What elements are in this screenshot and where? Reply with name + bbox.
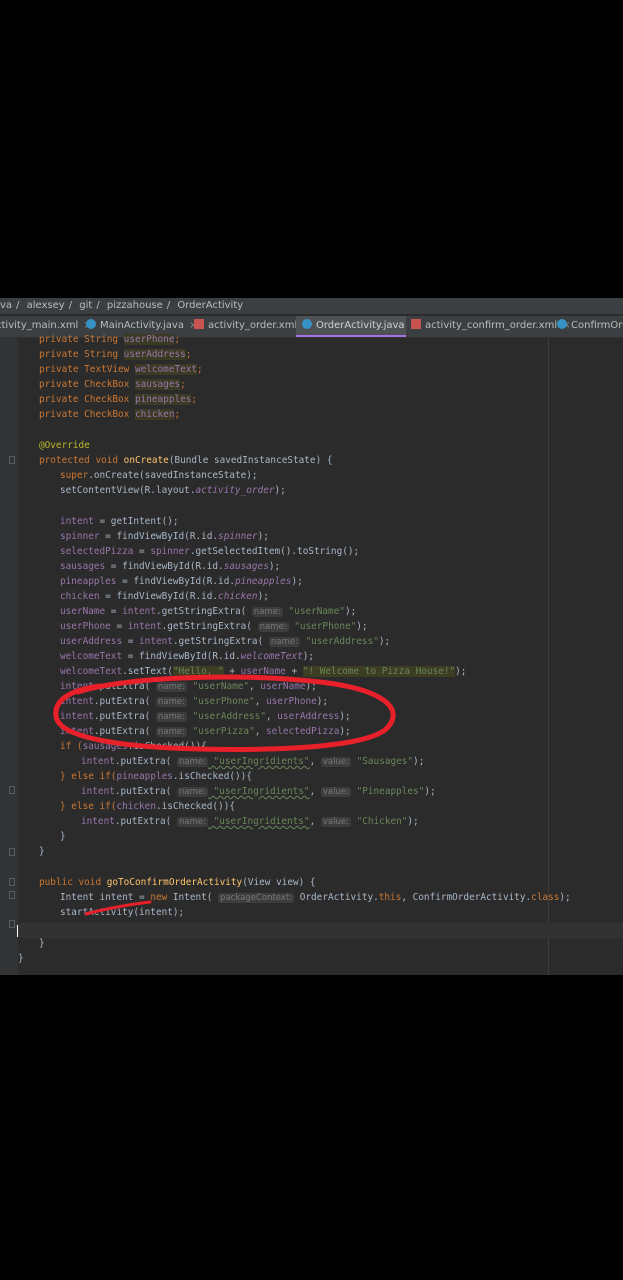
code-line: } — [18, 953, 24, 964]
code-line: protected void onCreate(Bundle savedInst… — [39, 455, 333, 466]
tab-activity-confirm-order-xml[interactable]: activity_confirm_order.xml× — [411, 316, 571, 337]
breadcrumb-item[interactable]: pizzahouse — [107, 300, 163, 311]
tab-confirm-order-activity-java[interactable]: ConfirmOrde — [557, 316, 623, 337]
parameter-hint: name: — [268, 637, 300, 647]
code-line: } else if(pineapples.isChecked()){ — [60, 771, 252, 782]
parameter-hint: value: — [320, 787, 351, 797]
fold-icon[interactable] — [9, 878, 15, 886]
tab-label: MainActivity.java — [100, 320, 184, 331]
breadcrumb-item[interactable]: OrderActivity — [177, 300, 243, 311]
parameter-hint: name: — [176, 787, 208, 797]
tab-label: OrderActivity.java — [316, 320, 405, 331]
code-line: welcomeText.setText("Hello, " + userName… — [60, 666, 467, 677]
line-gutter[interactable] — [0, 338, 18, 975]
text-caret — [17, 925, 18, 937]
xml-file-icon — [194, 319, 204, 329]
code-line: intent.putExtra( name: "userPizza", sele… — [60, 726, 351, 737]
java-class-icon — [302, 319, 312, 329]
fold-icon[interactable] — [9, 456, 15, 464]
code-line: private String userAddress; — [39, 349, 192, 360]
code-line: intent = getIntent(); — [60, 516, 179, 527]
code-line: pineapples = findViewById(R.id.pineapple… — [60, 576, 303, 587]
code-line: private CheckBox sausages; — [39, 379, 186, 390]
code-line: intent.putExtra( name: "userIngridients"… — [81, 816, 419, 827]
code-line: userAddress = intent.getStringExtra( nam… — [60, 636, 391, 647]
code-line: intent.putExtra( name: "userAddress", us… — [60, 711, 351, 722]
parameter-hint: name: — [251, 607, 283, 617]
parameter-hint: name: — [155, 712, 187, 722]
parameter-hint: name: — [257, 622, 289, 632]
code-line: } — [60, 831, 66, 842]
code-line: } else if(chicken.isChecked()){ — [60, 801, 235, 812]
code-line: intent.putExtra( name: "userPhone", user… — [60, 696, 329, 707]
tab-activity-order-xml[interactable]: activity_order.xml× — [194, 316, 311, 337]
code-line: userName = intent.getStringExtra( name: … — [60, 606, 357, 617]
code-line: startActivity(intent); — [60, 907, 185, 918]
code-line: selectedPizza = spinner.getSelectedItem(… — [60, 546, 360, 557]
fold-icon[interactable] — [9, 920, 15, 928]
code-line: public void goToConfirmOrderActivity(Vie… — [39, 877, 316, 888]
code-line: private CheckBox chicken; — [39, 409, 181, 420]
parameter-hint: packageContext: — [218, 893, 295, 903]
code-line: setContentView(R.layout.activity_order); — [60, 485, 286, 496]
tab-label: activity_order.xml — [208, 320, 298, 331]
code-line: Intent intent = new Intent( packageConte… — [60, 892, 571, 903]
parameter-hint: name: — [155, 697, 187, 707]
fold-icon[interactable] — [9, 891, 15, 899]
code-line: private String userPhone; — [39, 334, 181, 345]
parameter-hint: name: — [155, 682, 187, 692]
tab-order-activity-java[interactable]: OrderActivity.java× — [296, 316, 418, 337]
tab-label: ConfirmOrde — [571, 320, 623, 331]
code-line: } — [39, 938, 45, 949]
parameter-hint: value: — [320, 757, 351, 767]
code-line: @Override — [39, 440, 90, 451]
tab-label: ctivity_main.xml — [0, 320, 79, 331]
code-editor[interactable]: private String userPhone; private String… — [18, 334, 623, 975]
code-line: chicken = findViewById(R.id.chicken); — [60, 591, 269, 602]
code-line: intent.putExtra( name: "userName", userN… — [60, 681, 317, 692]
code-line: private TextView welcomeText; — [39, 364, 203, 375]
code-line: intent.putExtra( name: "userIngridients"… — [81, 756, 425, 767]
java-class-icon — [557, 319, 567, 329]
parameter-hint: name: — [176, 817, 208, 827]
fold-icon[interactable] — [9, 786, 15, 794]
code-line: super.onCreate(savedInstanceState); — [60, 470, 258, 481]
tab-label: activity_confirm_order.xml — [425, 320, 558, 331]
code-line: welcomeText = findViewById(R.id.welcomeT… — [60, 651, 315, 662]
code-line: if (sausages.isChecked()){ — [60, 741, 207, 752]
fold-icon[interactable] — [9, 848, 15, 856]
code-line: sausages = findViewById(R.id.sausages); — [60, 561, 281, 572]
code-line: userPhone = intent.getStringExtra( name:… — [60, 621, 368, 632]
breadcrumb-item[interactable]: va — [0, 300, 12, 311]
code-line: intent.putExtra( name: "userIngridients"… — [81, 786, 436, 797]
parameter-hint: name: — [155, 727, 187, 737]
breadcrumb: va / alexsey / git / pizzahouse / OrderActiv… — [0, 298, 623, 314]
xml-file-icon — [411, 319, 421, 329]
code-line: spinner = findViewById(R.id.spinner); — [60, 531, 269, 542]
parameter-hint: name: — [176, 757, 208, 767]
breadcrumb-item[interactable]: git — [79, 300, 92, 311]
parameter-hint: value: — [320, 817, 351, 827]
code-line: } — [39, 846, 45, 857]
java-class-icon — [86, 319, 96, 329]
code-line: private CheckBox pineapples; — [39, 394, 198, 405]
breadcrumb-item[interactable]: alexsey — [27, 300, 65, 311]
